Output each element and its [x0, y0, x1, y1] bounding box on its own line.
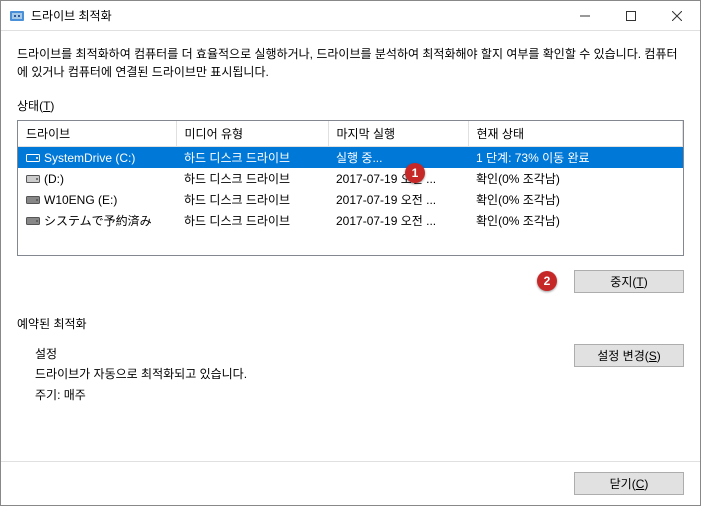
table-row[interactable]: (D:)하드 디스크 드라이브2017-07-19 오전 ...확인(0% 조각… [18, 168, 683, 189]
change-button-hotkey: S [649, 349, 657, 363]
drive-icon [26, 152, 40, 163]
cell-media: 하드 디스크 드라이브 [176, 210, 328, 231]
cycle-text: 주기: 매주 [35, 385, 574, 405]
maximize-button[interactable] [608, 1, 654, 30]
drive-icon [26, 215, 40, 226]
minimize-button[interactable] [562, 1, 608, 30]
minimize-icon [580, 11, 590, 21]
cell-state: 확인(0% 조각남) [468, 210, 683, 231]
change-button-suffix: ) [657, 349, 661, 363]
settings-label: 설정 [35, 344, 574, 364]
status-label: 상태(T) [17, 97, 684, 114]
cell-media: 하드 디스크 드라이브 [176, 168, 328, 189]
annotation-marker-2: 2 [537, 271, 557, 291]
close-icon [672, 11, 682, 21]
drive-table-box: 드라이브 미디어 유형 마지막 실행 현재 상태 SystemDrive (C:… [17, 120, 684, 256]
cell-drive: (D:) [18, 168, 176, 189]
cell-drive: SystemDrive (C:) [18, 147, 176, 169]
drive-table[interactable]: 드라이브 미디어 유형 마지막 실행 현재 상태 SystemDrive (C:… [18, 121, 683, 231]
auto-optimize-text: 드라이브가 자동으로 최적화되고 있습니다. [35, 364, 574, 384]
table-row[interactable]: W10ENG (E:)하드 디스크 드라이브2017-07-19 오전 ...확… [18, 189, 683, 210]
close-button-suffix: ) [644, 477, 648, 491]
cell-drive: システムで予約済み [18, 210, 176, 231]
action-button-row: 2 중지(T) [17, 270, 684, 293]
cell-last: 2017-07-19 오전 ... [328, 210, 468, 231]
cell-last: 2017-07-19 오전 ... [328, 189, 468, 210]
cell-drive: W10ENG (E:) [18, 189, 176, 210]
cell-media: 하드 디스크 드라이브 [176, 189, 328, 210]
annotation-marker-1: 1 [405, 163, 425, 183]
window-title: 드라이브 최적화 [31, 7, 112, 24]
col-state-header[interactable]: 현재 상태 [468, 121, 683, 147]
close-button[interactable] [654, 1, 700, 30]
drive-icon [26, 194, 40, 205]
cell-state: 1 단계: 73% 이동 완료 [468, 147, 683, 169]
table-row[interactable]: システムで予約済み하드 디스크 드라이브2017-07-19 오전 ...확인(… [18, 210, 683, 231]
table-header-row: 드라이브 미디어 유형 마지막 실행 현재 상태 [18, 121, 683, 147]
scheduled-section-title: 예약된 최적화 [17, 315, 684, 332]
col-drive-header[interactable]: 드라이브 [18, 121, 176, 147]
content-area: 드라이브를 최적화하여 컴퓨터를 더 효율적으로 실행하거나, 드라이브를 분석… [1, 31, 700, 461]
maximize-icon [626, 11, 636, 21]
change-button-prefix: 설정 변경( [597, 349, 649, 363]
titlebar: 드라이브 최적화 [1, 1, 700, 31]
settings-row: 설정 드라이브가 자동으로 최적화되고 있습니다. 주기: 매주 설정 변경(S… [17, 344, 684, 405]
drive-icon [26, 173, 40, 184]
change-settings-button[interactable]: 설정 변경(S) [574, 344, 684, 367]
cell-last: 실행 중... [328, 147, 468, 169]
col-media-header[interactable]: 미디어 유형 [176, 121, 328, 147]
settings-text-block: 설정 드라이브가 자동으로 최적화되고 있습니다. 주기: 매주 [35, 344, 574, 405]
app-icon [9, 8, 25, 24]
description-text: 드라이브를 최적화하여 컴퓨터를 더 효율적으로 실행하거나, 드라이브를 분석… [17, 45, 684, 81]
table-row[interactable]: SystemDrive (C:)하드 디스크 드라이브실행 중...1 단계: … [18, 147, 683, 169]
status-label-prefix: 상태( [17, 99, 43, 113]
close-dialog-button[interactable]: 닫기(C) [574, 472, 684, 495]
cell-state: 확인(0% 조각남) [468, 168, 683, 189]
window-controls [562, 1, 700, 30]
col-last-header[interactable]: 마지막 실행 [328, 121, 468, 147]
stop-button-hotkey: T [636, 275, 643, 289]
cell-last: 2017-07-19 오전 ... [328, 168, 468, 189]
footer: 닫기(C) [1, 461, 700, 505]
stop-button-prefix: 중지( [610, 275, 636, 289]
stop-button-suffix: ) [644, 275, 648, 289]
stop-button[interactable]: 중지(T) [574, 270, 684, 293]
status-label-suffix: ) [50, 99, 54, 113]
cell-media: 하드 디스크 드라이브 [176, 147, 328, 169]
close-button-prefix: 닫기( [610, 477, 636, 491]
cell-state: 확인(0% 조각남) [468, 189, 683, 210]
